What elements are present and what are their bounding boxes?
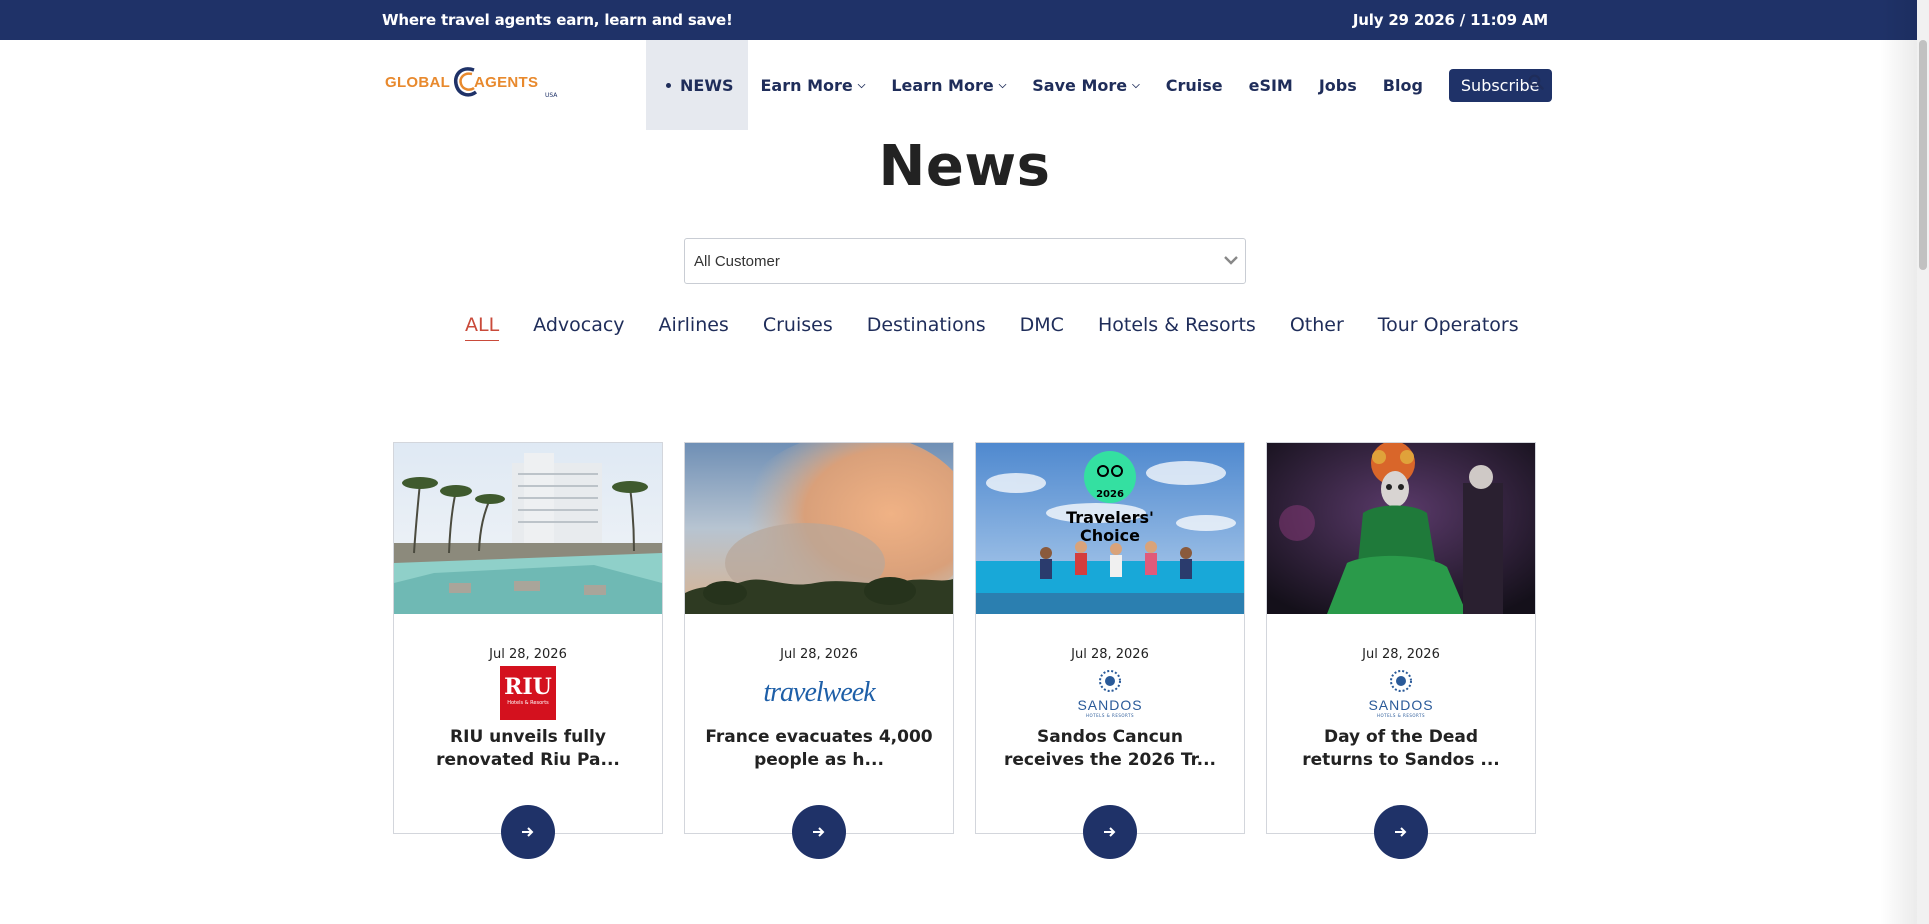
award-line-2: Choice: [1080, 526, 1140, 545]
nav-item-label: Earn More: [760, 75, 853, 95]
filter-airlines[interactable]: Airlines: [659, 314, 729, 341]
chevron-down-icon: ⌵: [857, 79, 866, 91]
logo-text-usa: USA: [545, 92, 558, 99]
card-title[interactable]: RIU unveils fully renovated Riu Pa...: [414, 726, 642, 772]
sandos-logo-mark: SANDOS HOTELS & RESORTS: [1368, 669, 1433, 718]
news-card-grid: Jul 28, 2026 RIU Hotels & Resorts RIU un…: [393, 442, 1536, 859]
wildfire-image: [685, 443, 953, 614]
news-card[interactable]: Jul 28, 2026 RIU Hotels & Resorts RIU un…: [393, 442, 663, 859]
read-more-button[interactable]: [792, 805, 846, 859]
news-card[interactable]: Jul 28, 2026 SANDOS HOTELS & RESORTS Day…: [1266, 442, 1536, 859]
riu-logo-text: RIU: [504, 674, 552, 700]
riu-logo-mark: RIU Hotels & Resorts: [500, 666, 556, 720]
news-card[interactable]: Jul 28, 2026 travelweek France evacuates…: [684, 442, 954, 859]
nav-item-cruise[interactable]: Cruise: [1166, 76, 1223, 95]
scrollbar-thumb[interactable]: [1919, 40, 1927, 270]
nav-item-label: NEWS: [680, 75, 734, 95]
filter-tour-operators[interactable]: Tour Operators: [1378, 314, 1519, 341]
read-more-button[interactable]: [501, 805, 555, 859]
nav-item-label: Save More: [1032, 75, 1128, 95]
card-title[interactable]: Sandos Cancun receives the 2026 Tr...: [996, 726, 1224, 772]
nav-item-esim[interactable]: eSIM: [1249, 76, 1293, 95]
travelweek-logo: travelweek: [685, 665, 953, 721]
resort-pool-image: [394, 443, 662, 614]
card-date: Jul 28, 2026: [489, 647, 567, 662]
day-of-the-dead-image: [1267, 443, 1535, 614]
sandos-logo-subtext: HOTELS & RESORTS: [1376, 712, 1426, 718]
filter-destinations[interactable]: Destinations: [867, 314, 986, 341]
arrow-right-icon: [1395, 827, 1407, 837]
logo-text-global: GLOBAL: [385, 74, 451, 91]
filter-dmc[interactable]: DMC: [1020, 314, 1064, 341]
active-dot-icon: [666, 82, 671, 88]
customer-filter-select[interactable]: All Customer: [684, 238, 1246, 284]
select-value: All Customer: [694, 253, 780, 270]
page-edge-shadow: [1880, 0, 1917, 924]
search-icon[interactable]: [1528, 74, 1544, 90]
card-date: Jul 28, 2026: [1071, 647, 1149, 662]
site-logo[interactable]: GLOBAL AGENTS USA: [385, 64, 560, 100]
nav-item-label: eSIM: [1248, 75, 1293, 95]
arrow-right-icon: [1104, 827, 1116, 837]
top-announcement-bar: Where travel agents earn, learn and save…: [0, 0, 1929, 40]
nav-item-label: Blog: [1382, 75, 1423, 95]
riu-logo-subtext: Hotels & Resorts: [507, 700, 549, 706]
travelers-choice-image: 2026 Travelers' Choice: [976, 443, 1244, 614]
nav-item-learn-more[interactable]: Learn More ⌵: [891, 76, 1006, 95]
card-title[interactable]: France evacuates 4,000 people as h...: [705, 726, 933, 772]
nav-item-news[interactable]: NEWS: [646, 40, 748, 130]
sandos-sun-icon: [1099, 669, 1121, 692]
chevron-down-icon: ⌵: [998, 79, 1007, 91]
nav-item-save-more[interactable]: Save More ⌵: [1032, 76, 1139, 95]
sandos-logo: SANDOS HOTELS & RESORTS: [976, 665, 1244, 721]
tagline: Where travel agents earn, learn and save…: [382, 11, 733, 29]
filter-all[interactable]: ALL: [465, 314, 500, 341]
card-date: Jul 28, 2026: [1362, 647, 1440, 662]
category-filters: ALL Advocacy Airlines Cruises Destinatio…: [465, 314, 1553, 341]
sandos-logo: SANDOS HOTELS & RESORTS: [1267, 665, 1535, 721]
page-title: News: [878, 134, 1051, 199]
page-scrollbar[interactable]: [1917, 0, 1929, 924]
sandos-logo-subtext: HOTELS & RESORTS: [1085, 712, 1135, 718]
filter-cruises[interactable]: Cruises: [763, 314, 833, 341]
riu-logo: RIU Hotels & Resorts: [394, 665, 662, 721]
nav-item-earn-more[interactable]: Earn More ⌵: [761, 76, 866, 95]
main-nav: NEWS Earn More ⌵ Learn More ⌵ Save More …: [646, 40, 1552, 130]
nav-item-jobs[interactable]: Jobs: [1319, 76, 1357, 95]
filter-other[interactable]: Other: [1290, 314, 1344, 341]
sandos-logo-text: SANDOS: [1368, 696, 1434, 713]
nav-item-label: Cruise: [1165, 75, 1223, 95]
read-more-button[interactable]: [1083, 805, 1137, 859]
news-card[interactable]: 2026 Travelers' Choice Jul 28, 2026 SAND…: [975, 442, 1245, 859]
award-line-1: Travelers': [1066, 508, 1154, 527]
nav-item-label: Jobs: [1318, 75, 1357, 95]
read-more-button[interactable]: [1374, 805, 1428, 859]
arrow-right-icon: [813, 827, 825, 837]
travelweek-logo-text: travelweek: [763, 677, 875, 708]
logo-text-agents: AGENTS: [474, 74, 539, 91]
current-datetime: July 29 2026 / 11:09 AM: [1352, 11, 1548, 29]
sandos-logo-text: SANDOS: [1077, 696, 1143, 713]
chevron-down-icon: ⌵: [1132, 79, 1140, 91]
sandos-sun-icon: [1390, 669, 1412, 692]
filter-advocacy[interactable]: Advocacy: [533, 314, 624, 341]
filter-hotels-resorts[interactable]: Hotels & Resorts: [1098, 314, 1256, 341]
card-date: Jul 28, 2026: [780, 647, 858, 662]
sandos-logo-mark: SANDOS HOTELS & RESORTS: [1077, 669, 1142, 718]
nav-item-label: Learn More: [891, 75, 994, 95]
nav-item-blog[interactable]: Blog: [1383, 76, 1423, 95]
chevron-down-icon: [1224, 256, 1238, 265]
arrow-right-icon: [522, 827, 534, 837]
card-title[interactable]: Day of the Dead returns to Sandos ...: [1287, 726, 1515, 772]
site-header: GLOBAL AGENTS USA NEWS Earn More ⌵ Learn…: [0, 40, 1929, 130]
award-year: 2026: [1096, 489, 1124, 500]
